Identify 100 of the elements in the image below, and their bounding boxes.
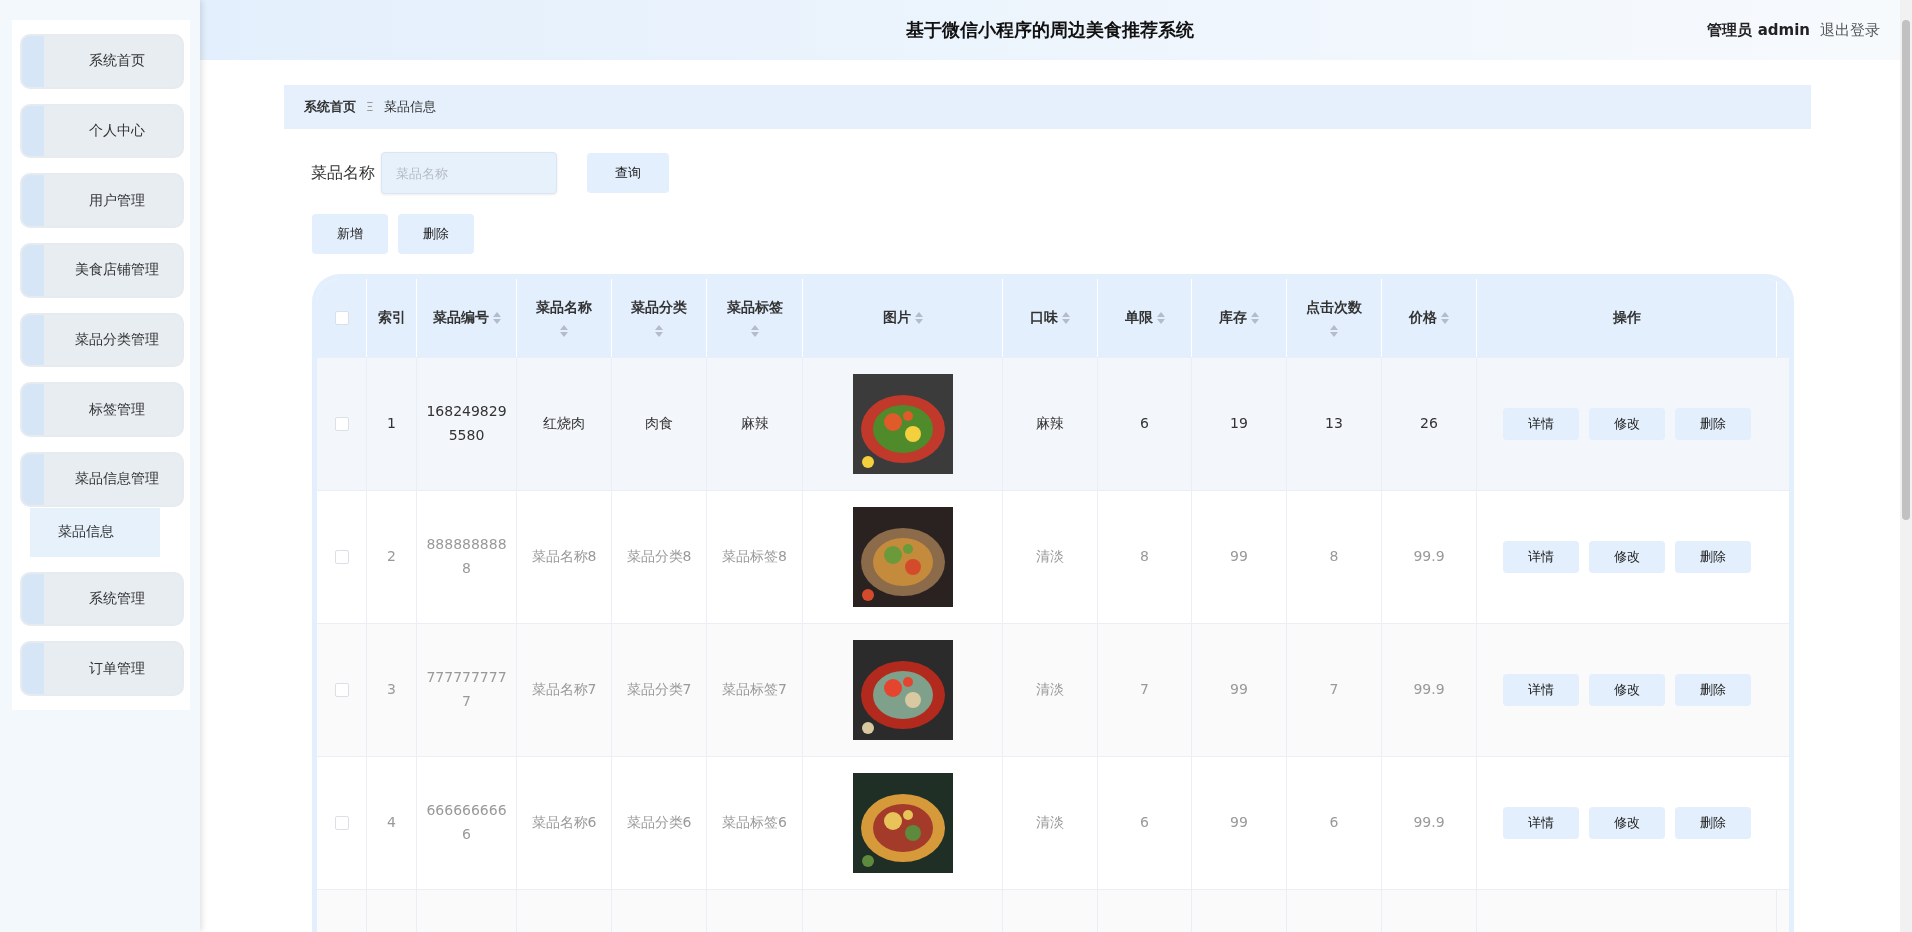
sort-icon[interactable]: [1251, 312, 1259, 324]
row-action-button[interactable]: 删除: [1675, 408, 1751, 440]
table-cell-text: 6666666666: [425, 801, 508, 844]
sidebar-item[interactable]: 个人中心: [20, 103, 184, 159]
column-header[interactable]: 价格: [1409, 309, 1437, 327]
table-cell-text: 菜品分类8: [625, 547, 693, 567]
scrollbar[interactable]: [1900, 0, 1912, 932]
column-header[interactable]: 单限: [1124, 309, 1153, 327]
sidebar-item[interactable]: 标签管理: [20, 382, 184, 438]
row-action-button[interactable]: 详情: [1503, 674, 1579, 706]
search-button[interactable]: 查询: [587, 153, 669, 193]
sidebar-item[interactable]: 菜品分类管理: [20, 312, 184, 368]
table-cell-text: 6: [1139, 813, 1150, 833]
table-cell-text: 99: [1229, 547, 1249, 567]
sort-icon[interactable]: [1441, 312, 1449, 324]
column-header[interactable]: 索引: [377, 309, 406, 327]
row-action-button[interactable]: 详情: [1503, 408, 1579, 440]
table-cell-text: 7: [1328, 680, 1340, 700]
table-cell-text: 99.9: [1412, 680, 1446, 700]
breadcrumb-link[interactable]: 菜品信息: [383, 98, 436, 116]
select-all-checkbox[interactable]: [334, 311, 349, 325]
column-header[interactable]: 点击次数: [1306, 299, 1362, 317]
table-cell-text: 19: [1229, 414, 1249, 434]
table-cell-text: 菜品标签7: [721, 680, 788, 700]
sort-icon[interactable]: [560, 325, 568, 337]
column-header[interactable]: 菜品名称: [536, 299, 592, 317]
column-header[interactable]: 操作: [1612, 309, 1641, 327]
table-cell-text: 麻辣: [739, 414, 770, 434]
table-cell-text: 菜品名称6: [530, 813, 598, 833]
table-cell-text: 7777777777: [425, 668, 508, 711]
row-checkbox[interactable]: [334, 417, 349, 431]
table-cell-text: 菜品标签8: [721, 547, 788, 567]
breadcrumb-link[interactable]: 系统首页: [304, 98, 356, 116]
breadcrumb-separator: Ξ: [366, 100, 374, 114]
table-cell-text: 26: [1419, 414, 1439, 434]
row-action-button[interactable]: 删除: [1675, 807, 1751, 839]
column-header[interactable]: 库存: [1219, 309, 1247, 327]
table-cell-text: 菜品标签6: [721, 813, 788, 833]
sort-icon[interactable]: [914, 312, 923, 324]
table-cell-text: 99: [1229, 680, 1249, 700]
sort-icon[interactable]: [750, 325, 759, 337]
row-action-button[interactable]: 详情: [1503, 807, 1579, 839]
column-header[interactable]: 菜品标签: [726, 299, 783, 317]
row-action-button[interactable]: 删除: [1675, 541, 1751, 573]
sidebar-item[interactable]: 菜品信息管理: [20, 452, 184, 507]
table-cell-text: 清淡: [1035, 680, 1065, 700]
row-checkbox[interactable]: [334, 683, 349, 697]
sidebar-item[interactable]: 订单管理: [20, 641, 184, 696]
table-cell-text: 1682498295580: [425, 402, 508, 445]
table-cell-text: 4: [386, 813, 397, 833]
logout-link[interactable]: 退出登录: [1820, 20, 1880, 40]
column-header[interactable]: 图片: [882, 309, 911, 327]
table-cell-text: 菜品名称7: [530, 680, 598, 700]
action-button[interactable]: 新增: [312, 214, 388, 254]
row-action-button[interactable]: 修改: [1589, 541, 1665, 573]
table-cell-text: 清淡: [1035, 813, 1065, 833]
table-cell-text: 清淡: [1035, 547, 1065, 567]
column-header[interactable]: 菜品编号: [432, 309, 489, 327]
table-cell-text: 7: [1139, 680, 1150, 700]
table-cell-text: 13: [1324, 414, 1344, 434]
table-cell-text: 麻辣: [1035, 414, 1065, 434]
table-cell-text: 3: [386, 680, 397, 700]
sort-icon[interactable]: [1330, 325, 1338, 337]
search-label: 菜品名称: [311, 162, 375, 184]
table-cell-text: 菜品名称8: [530, 547, 598, 567]
sort-icon[interactable]: [655, 325, 663, 337]
table-cell-text: 菜品分类6: [625, 813, 693, 833]
row-action-button[interactable]: 修改: [1589, 408, 1665, 440]
row-action-button[interactable]: 修改: [1589, 674, 1665, 706]
table-cell-text: 8: [1328, 547, 1340, 567]
table-cell-text: 红烧肉: [542, 414, 586, 434]
table-cell-text: 99: [1229, 813, 1249, 833]
table-cell-text: 8888888888: [425, 535, 508, 578]
table-cell-text: 99.9: [1412, 813, 1446, 833]
row-action-button[interactable]: 详情: [1503, 541, 1579, 573]
column-header[interactable]: 菜品分类: [631, 299, 687, 317]
sidebar-item[interactable]: 系统管理: [20, 571, 184, 627]
user-label: 管理员 admin: [1707, 20, 1810, 40]
table-cell-text: 99.9: [1412, 547, 1446, 567]
app-title: 基于微信小程序的周边美食推荐系统: [906, 18, 1194, 42]
table-cell-text: 6: [1328, 813, 1340, 833]
sidebar-subitem[interactable]: 菜品信息: [30, 507, 160, 557]
table-cell-text: 肉食: [644, 414, 674, 434]
table-cell-text: 菜品分类7: [625, 680, 693, 700]
sidebar-item[interactable]: 用户管理: [20, 173, 184, 229]
sort-icon[interactable]: [492, 312, 501, 324]
row-action-button[interactable]: 修改: [1589, 807, 1665, 839]
row-action-button[interactable]: 删除: [1675, 674, 1751, 706]
table-cell-text: 8: [1139, 547, 1150, 567]
sort-icon[interactable]: [1156, 312, 1165, 324]
row-checkbox[interactable]: [334, 816, 349, 830]
action-button[interactable]: 删除: [398, 214, 474, 254]
table-cell-text: 6: [1139, 414, 1150, 434]
column-header[interactable]: 口味: [1030, 309, 1058, 327]
sidebar-item[interactable]: 美食店铺管理: [20, 243, 184, 298]
sort-icon[interactable]: [1062, 312, 1070, 324]
table-cell-text: 2: [386, 547, 397, 567]
row-checkbox[interactable]: [334, 550, 349, 564]
sidebar-item[interactable]: 系统首页: [20, 34, 184, 89]
table-cell-text: 1: [386, 414, 397, 434]
